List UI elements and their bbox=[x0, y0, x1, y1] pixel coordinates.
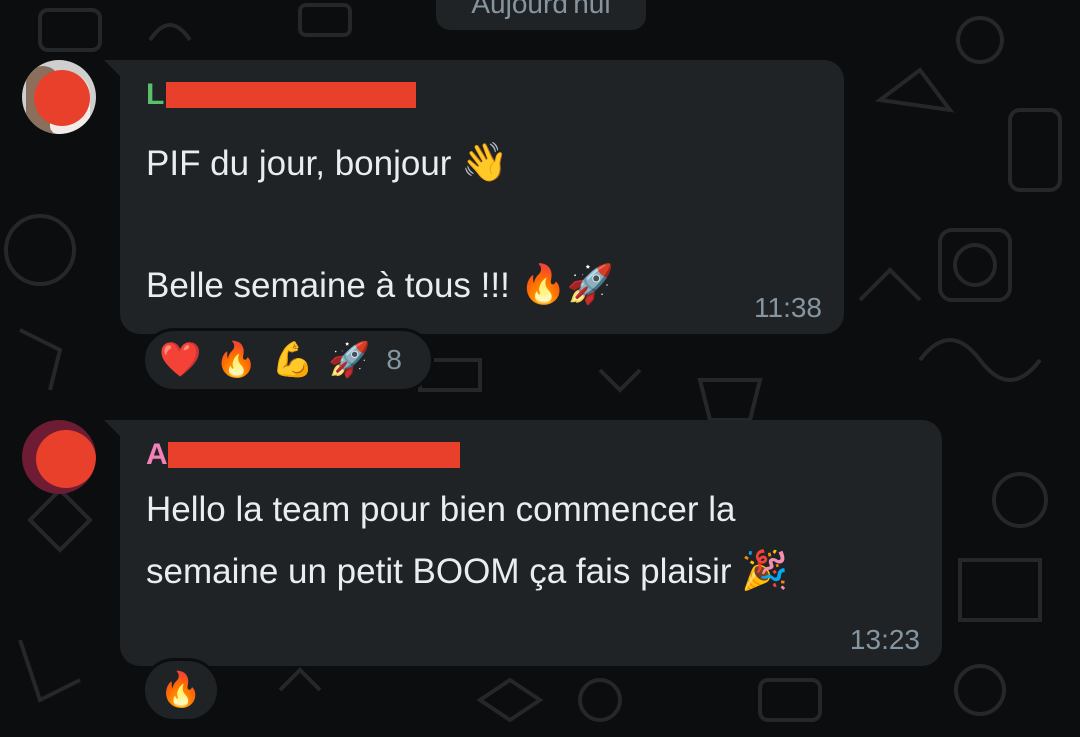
redaction-mark bbox=[168, 442, 460, 468]
message-bubble[interactable]: A Hello la team pour bien commencer la s… bbox=[104, 420, 942, 666]
message-time: 11:38 bbox=[754, 292, 822, 323]
sender-name[interactable]: A bbox=[146, 438, 168, 472]
reactions-bar[interactable]: 🔥 bbox=[142, 658, 220, 722]
avatar[interactable] bbox=[22, 420, 96, 494]
flexed-biceps-icon: 💪 bbox=[271, 340, 315, 380]
rocket-icon: 🚀 bbox=[328, 340, 371, 380]
reaction-count: 8 bbox=[386, 344, 402, 375]
sender-name[interactable]: L bbox=[146, 78, 164, 112]
message-text: Hello la team pour bien commencer la sem… bbox=[146, 490, 789, 592]
heart-icon: ❤️ bbox=[159, 340, 202, 380]
waving-hand-icon: 👋 bbox=[461, 140, 509, 184]
message-text: PIF du jour, bonjour 👋 Belle semaine à t… bbox=[146, 140, 615, 306]
message-time: 13:23 bbox=[849, 624, 920, 655]
redaction-mark bbox=[166, 82, 416, 108]
redaction-mark bbox=[34, 70, 90, 126]
fire-rocket-icons: 🔥🚀 bbox=[519, 262, 615, 306]
message-bubble[interactable]: L PIF du jour, bonjour 👋 Belle semaine à… bbox=[104, 60, 844, 334]
party-popper-icon: 🎉 bbox=[741, 548, 789, 592]
fire-icon: 🔥 bbox=[159, 670, 203, 710]
fire-icon: 🔥 bbox=[215, 340, 258, 380]
redaction-mark bbox=[36, 430, 96, 488]
date-separator: Aujourd'hui bbox=[436, 0, 646, 30]
reactions-bar[interactable]: ❤️ 🔥 💪 🚀 8 bbox=[142, 328, 434, 392]
avatar[interactable] bbox=[22, 60, 96, 134]
